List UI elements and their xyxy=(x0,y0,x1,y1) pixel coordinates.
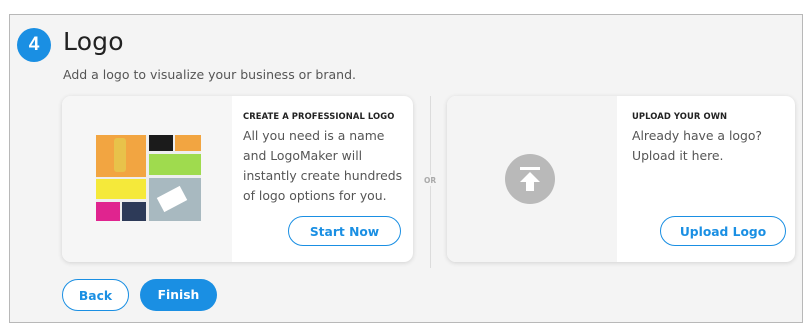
create-logo-description: All you need is a name and LogoMaker wil… xyxy=(243,128,403,203)
upload-logo-heading: UPLOAD YOUR OWN xyxy=(632,111,728,121)
create-logo-card: CREATE A PROFESSIONAL LOGO All you need … xyxy=(62,96,413,262)
upload-logo-button[interactable]: Upload Logo xyxy=(660,216,786,246)
upload-logo-card: UPLOAD YOUR OWN Already have a logo? Upl… xyxy=(447,96,795,262)
upload-arrow-icon xyxy=(520,167,540,191)
finish-button[interactable]: Finish xyxy=(140,279,217,311)
upload-logo-description: Already have a logo? Upload it here. xyxy=(632,128,763,163)
or-separator-label: OR xyxy=(422,175,439,186)
step-title: Logo xyxy=(63,27,124,56)
logo-step-panel: 4 Logo Add a logo to visualize your busi… xyxy=(9,14,803,323)
create-logo-image-pane xyxy=(62,96,232,262)
back-button[interactable]: Back xyxy=(62,279,129,311)
create-logo-heading: CREATE A PROFESSIONAL LOGO xyxy=(243,111,395,121)
start-now-button[interactable]: Start Now xyxy=(288,216,401,246)
upload-logo-image-pane xyxy=(447,96,617,262)
step-number-badge: 4 xyxy=(17,28,51,62)
logo-collage-image xyxy=(96,135,201,221)
upload-icon[interactable] xyxy=(505,154,555,204)
step-subtitle: Add a logo to visualize your business or… xyxy=(63,67,356,82)
